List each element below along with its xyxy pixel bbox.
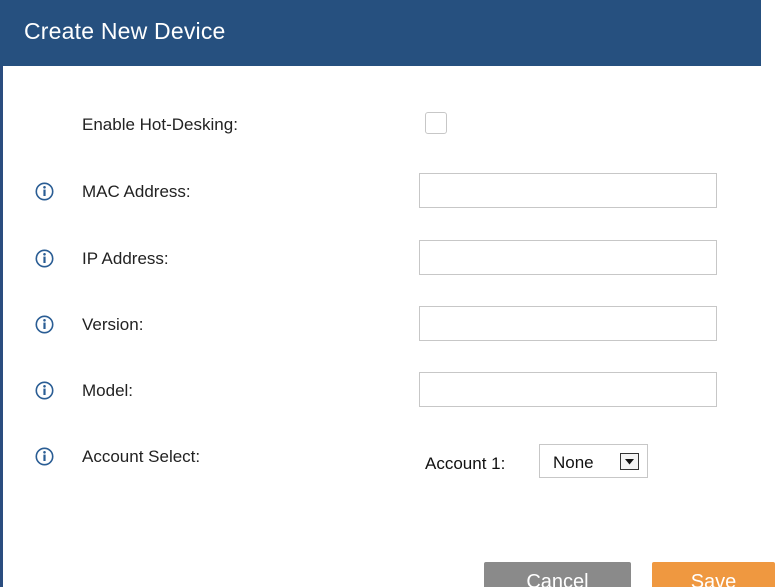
model-row: Model: <box>0 370 775 410</box>
version-label: Version: <box>82 315 144 334</box>
mac-address-label: MAC Address: <box>82 182 191 201</box>
info-icon[interactable] <box>35 315 54 334</box>
dialog-title: Create New Device <box>24 18 226 44</box>
ip-address-input[interactable] <box>419 240 717 275</box>
chevron-down-icon[interactable] <box>620 453 639 470</box>
account-1-selected-value: None <box>553 453 594 472</box>
model-label: Model: <box>82 381 134 400</box>
hot-desking-label: Enable Hot-Desking: <box>82 115 238 134</box>
info-icon[interactable] <box>35 447 54 466</box>
account-1-select[interactable]: None <box>539 444 648 478</box>
account-select-label: Account Select: <box>82 447 201 466</box>
mac-address-input[interactable] <box>419 173 717 208</box>
info-icon[interactable] <box>35 182 54 201</box>
dialog-titlebar: Create New Device <box>0 0 761 66</box>
save-button[interactable]: Save <box>652 562 775 587</box>
ip-address-label: IP Address: <box>82 249 169 268</box>
account-select-row: Account Select: Account 1: None <box>0 442 775 482</box>
dialog-left-border <box>0 0 3 587</box>
model-input[interactable] <box>419 372 717 407</box>
info-icon[interactable] <box>35 381 54 400</box>
mac-address-row: MAC Address: <box>0 171 775 211</box>
version-input[interactable] <box>419 306 717 341</box>
cancel-button[interactable]: Cancel <box>484 562 631 587</box>
info-icon[interactable] <box>35 249 54 268</box>
account-1-label: Account 1: <box>425 454 506 473</box>
hot-desking-row: Enable Hot-Desking: <box>0 104 775 144</box>
ip-address-row: IP Address: <box>0 238 775 278</box>
version-row: Version: <box>0 304 775 344</box>
hot-desking-checkbox[interactable] <box>425 112 447 134</box>
create-device-dialog: Create New Device Enable Hot-Desking: MA… <box>0 0 775 587</box>
